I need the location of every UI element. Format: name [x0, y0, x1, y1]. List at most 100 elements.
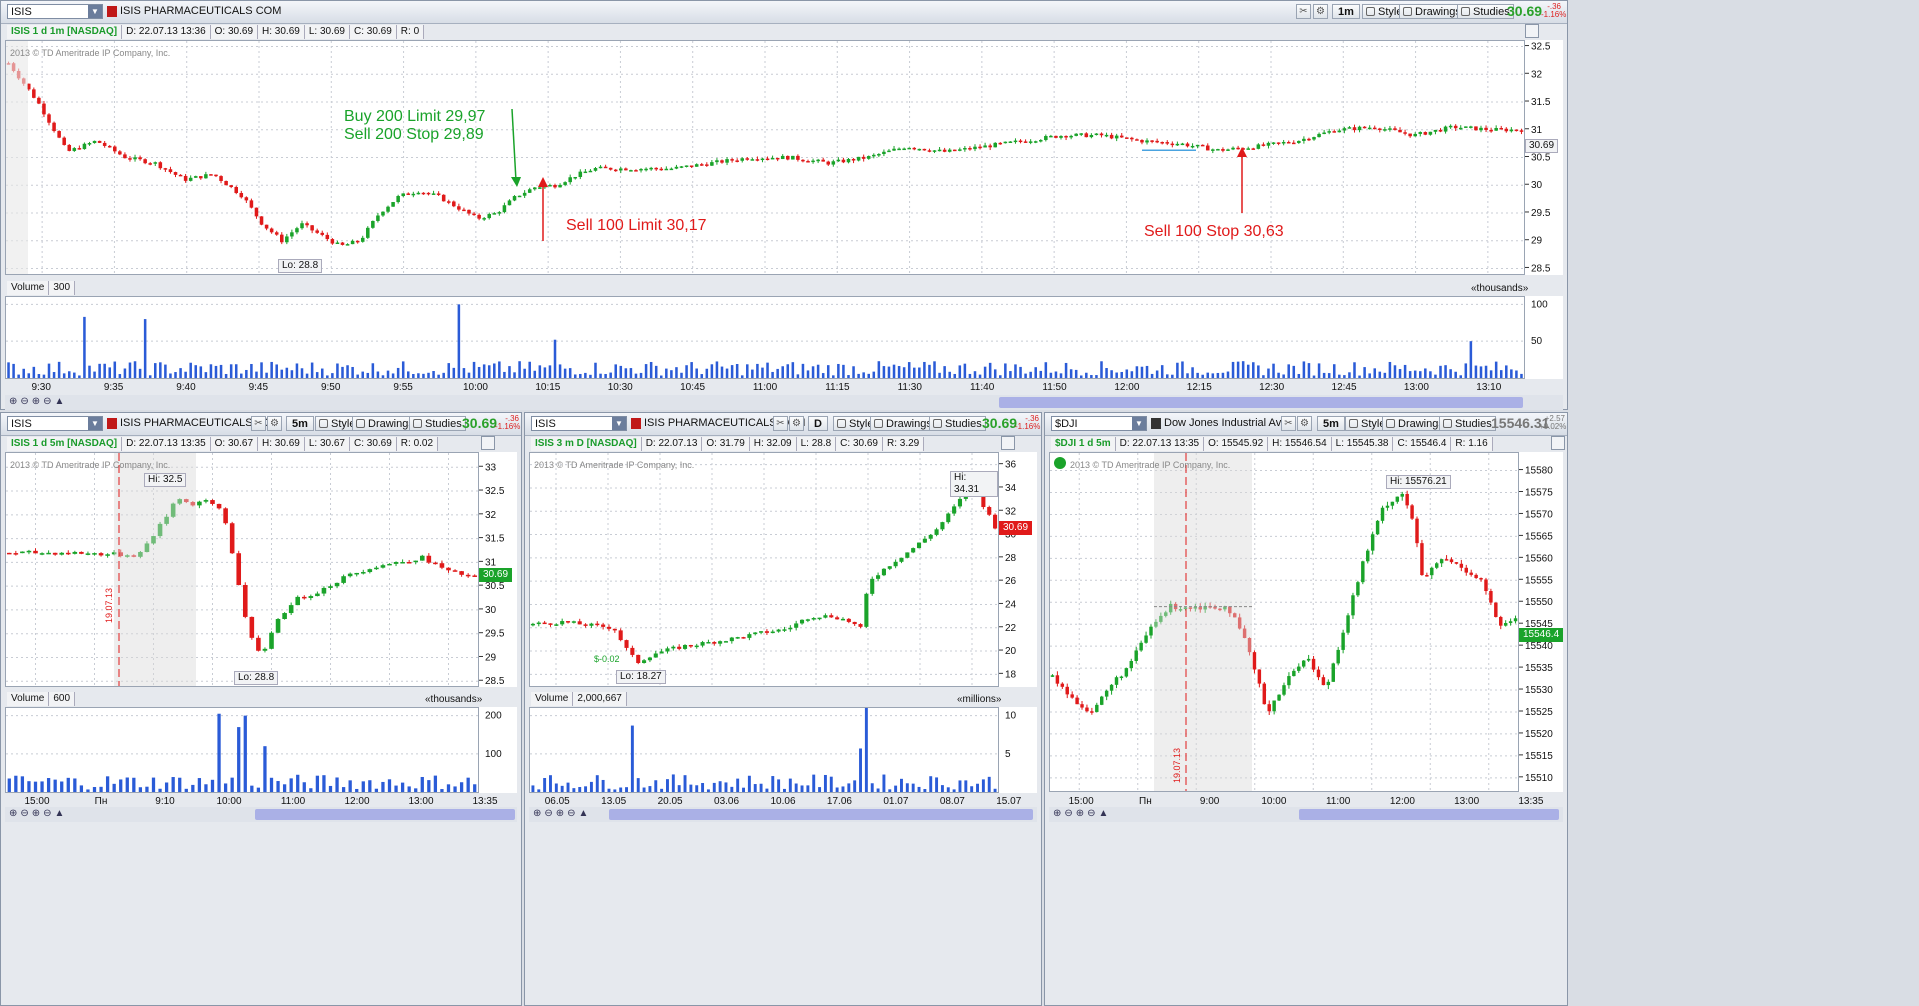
- bl-scroll-bar[interactable]: ⊕⊖⊕⊖▲: [5, 807, 517, 822]
- volume-bar: [1515, 370, 1518, 378]
- bm-drawings-button[interactable]: Drawings: [870, 416, 936, 431]
- symbol-input[interactable]: ISIS ▼: [7, 4, 103, 19]
- br-scroll-thumb[interactable]: [1299, 809, 1559, 820]
- y-tick-label: 28: [1005, 553, 1017, 564]
- bl-volume-value: 600: [49, 692, 76, 706]
- bm-symbol-input[interactable]: ISIS ▼: [531, 416, 627, 431]
- candle-body: [816, 159, 820, 162]
- bm-link-icon[interactable]: ✂: [773, 416, 788, 431]
- interval-button[interactable]: 1m: [1332, 4, 1360, 19]
- br-price-plot[interactable]: 2013 © TD Ameritrade IP Company, Inc. Hi…: [1049, 452, 1519, 792]
- candle-body: [1256, 144, 1261, 149]
- br-symbol-input[interactable]: $DJI ▼: [1051, 416, 1147, 431]
- bm-interval-button[interactable]: D: [808, 416, 828, 431]
- br-price-y-axis[interactable]: 15510 15515 15520 15525 15530 15535 15540 15545…: [1519, 452, 1563, 792]
- bm-zoom-controls[interactable]: ⊕⊖⊕⊖▲: [533, 808, 591, 819]
- candle-body: [1129, 660, 1134, 669]
- volume-bar: [145, 786, 149, 792]
- br-time-x-axis: 15:00 Пн 9:00 10:00 11:00 12:00 13:00 13:35: [1049, 793, 1563, 807]
- symbol-dropdown-icon[interactable]: ▼: [88, 5, 102, 18]
- candle-body: [1474, 126, 1478, 131]
- bm-info-open: O: 31.79: [702, 437, 750, 451]
- candle-body: [1246, 148, 1251, 150]
- candle-body: [188, 177, 193, 181]
- bl-chart-options-icon[interactable]: [481, 436, 495, 450]
- volume-bar: [670, 370, 673, 378]
- bl-interval-button[interactable]: 5m: [286, 416, 314, 431]
- bm-wrench-icon[interactable]: ⚙: [789, 416, 804, 431]
- volume-bar: [888, 789, 892, 792]
- bm-price-plot[interactable]: 2013 © TD Ameritrade IP Company, Inc. Hi…: [529, 452, 999, 687]
- br-studies-button[interactable]: Studies: [1439, 416, 1496, 431]
- candle-body: [209, 174, 213, 176]
- bl-link-icon[interactable]: ✂: [251, 416, 266, 431]
- volume-bar: [946, 787, 950, 792]
- studies-button[interactable]: Studies: [1457, 4, 1514, 19]
- volume-plot[interactable]: [5, 296, 1525, 379]
- br-link-icon[interactable]: ✂: [1281, 416, 1296, 431]
- candle-body: [1160, 141, 1164, 144]
- bl-volume-plot[interactable]: [5, 707, 479, 793]
- y-tick-label: 30: [1531, 180, 1543, 191]
- top-scroll-bar[interactable]: ⊕⊖⊕⊖▲: [5, 395, 1563, 410]
- volume-bar: [1166, 374, 1169, 378]
- y-tick-label: 15530: [1525, 685, 1553, 696]
- x-tick-label: 12:30: [1259, 382, 1284, 393]
- br-interval-button[interactable]: 5m: [1317, 416, 1345, 431]
- link-icon[interactable]: ✂: [1296, 4, 1311, 19]
- price-y-axis[interactable]: 28.5 29 29.5 30 30.5 31 31.5 32 32.5: [1525, 40, 1563, 275]
- zoom-controls[interactable]: ⊕⊖⊕⊖▲: [9, 396, 67, 407]
- y-tick-label: 31.5: [1531, 97, 1551, 108]
- candle-body: [740, 158, 745, 161]
- wrench-icon[interactable]: ⚙: [1313, 4, 1328, 19]
- bm-scroll-bar[interactable]: ⊕⊖⊕⊖▲: [529, 807, 1037, 822]
- br-wrench-icon[interactable]: ⚙: [1297, 416, 1312, 431]
- volume-bar: [1297, 373, 1301, 378]
- volume-bar: [280, 369, 284, 378]
- br-scroll-bar[interactable]: ⊕⊖⊕⊖▲: [1049, 807, 1563, 822]
- chart-options-icon[interactable]: [1525, 24, 1539, 38]
- bm-symbol-dropdown-icon[interactable]: ▼: [612, 417, 626, 430]
- drawings-button[interactable]: Drawings: [1399, 4, 1465, 19]
- candle-body: [1504, 128, 1509, 132]
- candle-body: [1403, 132, 1407, 134]
- bm-scroll-thumb[interactable]: [609, 809, 1033, 820]
- bm-studies-button[interactable]: Studies: [929, 416, 986, 431]
- volume-bar: [355, 788, 359, 792]
- bl-zoom-controls[interactable]: ⊕⊖⊕⊖▲: [9, 808, 67, 819]
- bm-info-range: R: 3.29: [882, 437, 925, 451]
- br-drawings-button[interactable]: Drawings: [1382, 416, 1448, 431]
- volume-bar: [300, 368, 304, 378]
- bl-price-plot[interactable]: 2013 © TD Ameritrade IP Company, Inc. Hi…: [5, 452, 479, 687]
- bl-wrench-icon[interactable]: ⚙: [267, 416, 282, 431]
- candle-body: [1069, 135, 1073, 138]
- bm-price-y-axis[interactable]: 18 20 22 24 26 28 30 32 34 36: [999, 452, 1037, 687]
- bl-scroll-thumb[interactable]: [255, 809, 515, 820]
- bl-symbol-dropdown-icon[interactable]: ▼: [88, 417, 102, 430]
- candle-body: [887, 566, 892, 569]
- volume-bar: [447, 363, 451, 378]
- bl-symbol-input[interactable]: ISIS ▼: [7, 416, 103, 431]
- candle-body: [916, 542, 922, 549]
- volume-bar: [625, 787, 628, 792]
- y-tick-label: 15550: [1525, 597, 1553, 608]
- bm-chart-options-icon[interactable]: [1001, 436, 1015, 450]
- info-high: H: 30.69: [258, 25, 305, 39]
- candle-body: [143, 159, 147, 164]
- bl-studies-button[interactable]: Studies: [409, 416, 466, 431]
- candle-body: [899, 557, 904, 562]
- candle-body: [856, 156, 861, 161]
- candle-body: [1297, 140, 1301, 143]
- volume-bar: [407, 371, 410, 378]
- bm-volume-plot[interactable]: [529, 707, 999, 793]
- x-tick-label: 10:15: [535, 382, 560, 393]
- scroll-thumb[interactable]: [999, 397, 1523, 408]
- volume-bar: [296, 774, 300, 792]
- bl-drawings-button[interactable]: Drawings: [352, 416, 418, 431]
- br-zoom-controls[interactable]: ⊕⊖⊕⊖▲: [1053, 808, 1111, 819]
- candle-body: [905, 552, 910, 558]
- br-chart-options-icon[interactable]: [1551, 436, 1565, 450]
- br-symbol-dropdown-icon[interactable]: ▼: [1132, 417, 1146, 430]
- price-plot[interactable]: 2013 © TD Ameritrade IP Company, Inc. Bu…: [5, 40, 1525, 275]
- volume-bar: [589, 374, 592, 378]
